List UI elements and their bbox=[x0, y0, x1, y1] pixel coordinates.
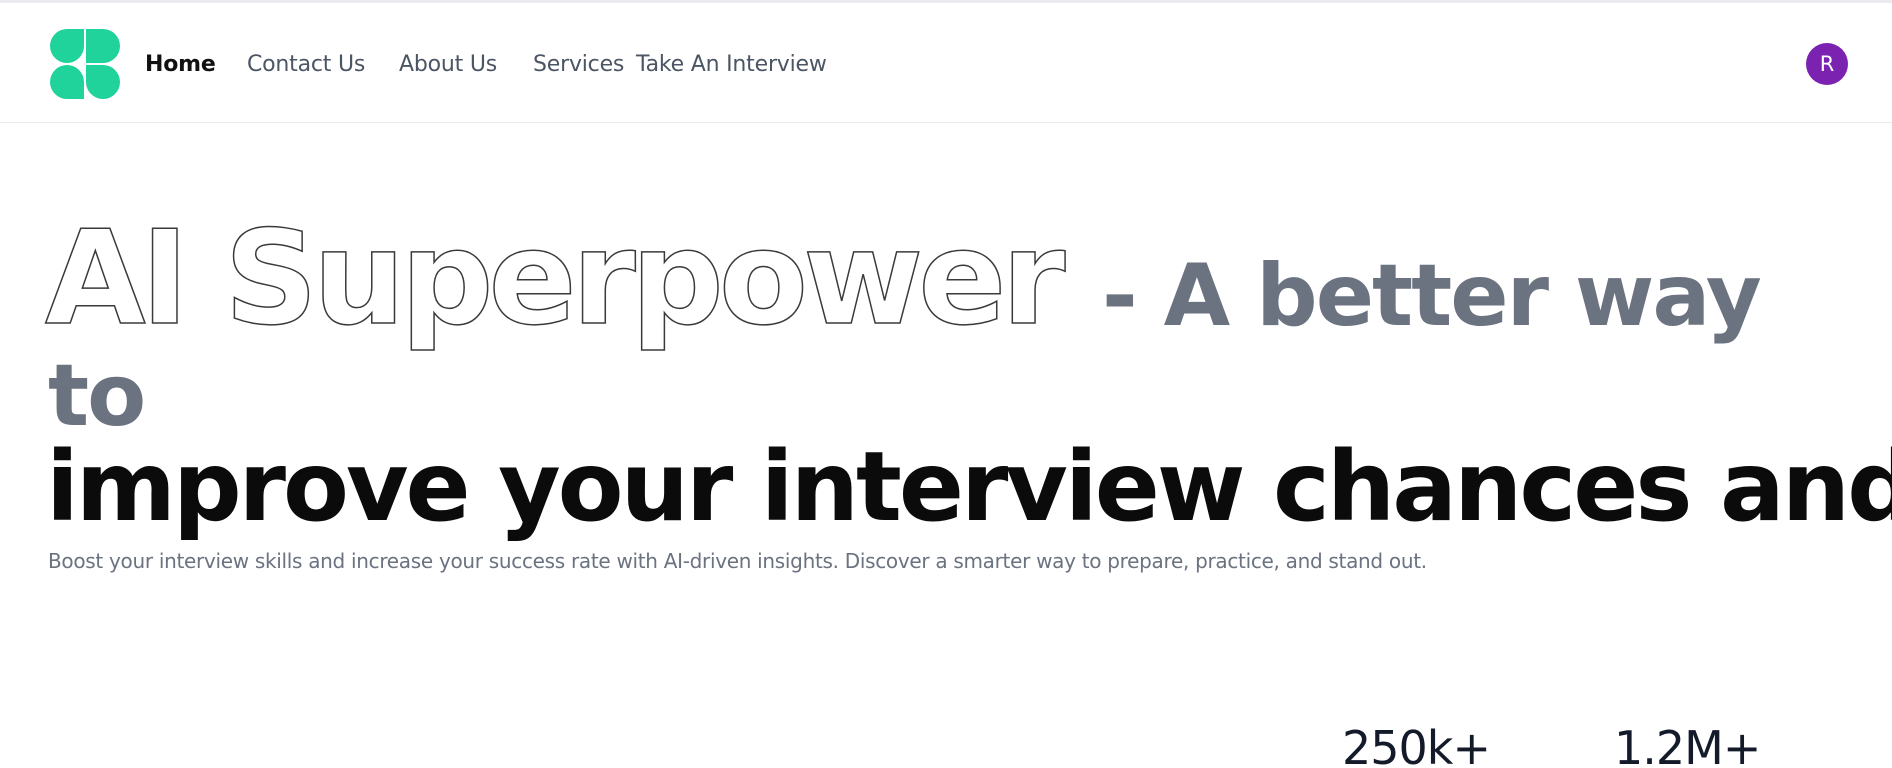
stat-value-interviews: 1.2M+ bbox=[1614, 721, 1761, 768]
hero-subtitle: Boost your interview skills and increase… bbox=[48, 549, 1427, 573]
user-avatar[interactable]: R bbox=[1806, 43, 1848, 85]
brand-logo[interactable] bbox=[50, 29, 120, 99]
navbar: Home Contact Us About Us Services Take A… bbox=[0, 3, 1892, 123]
nav-take-an-interview[interactable]: Take An Interview bbox=[636, 51, 827, 79]
hero-black-text: improve your interview chances and skill… bbox=[46, 431, 1892, 543]
nav-contact-us[interactable]: Contact Us bbox=[247, 51, 365, 79]
hero-outline-text: AI Superpower bbox=[44, 202, 1066, 354]
nav-about-us[interactable]: About Us bbox=[399, 51, 497, 79]
stat-value-users: 250k+ bbox=[1342, 721, 1491, 768]
clover-logo-icon bbox=[50, 29, 120, 99]
page: Home Contact Us About Us Services Take A… bbox=[0, 0, 1892, 768]
nav-services[interactable]: Services bbox=[533, 51, 624, 79]
nav-home[interactable]: Home bbox=[145, 51, 216, 79]
hero-gray-text-line1: - A better way bbox=[1102, 246, 1762, 346]
